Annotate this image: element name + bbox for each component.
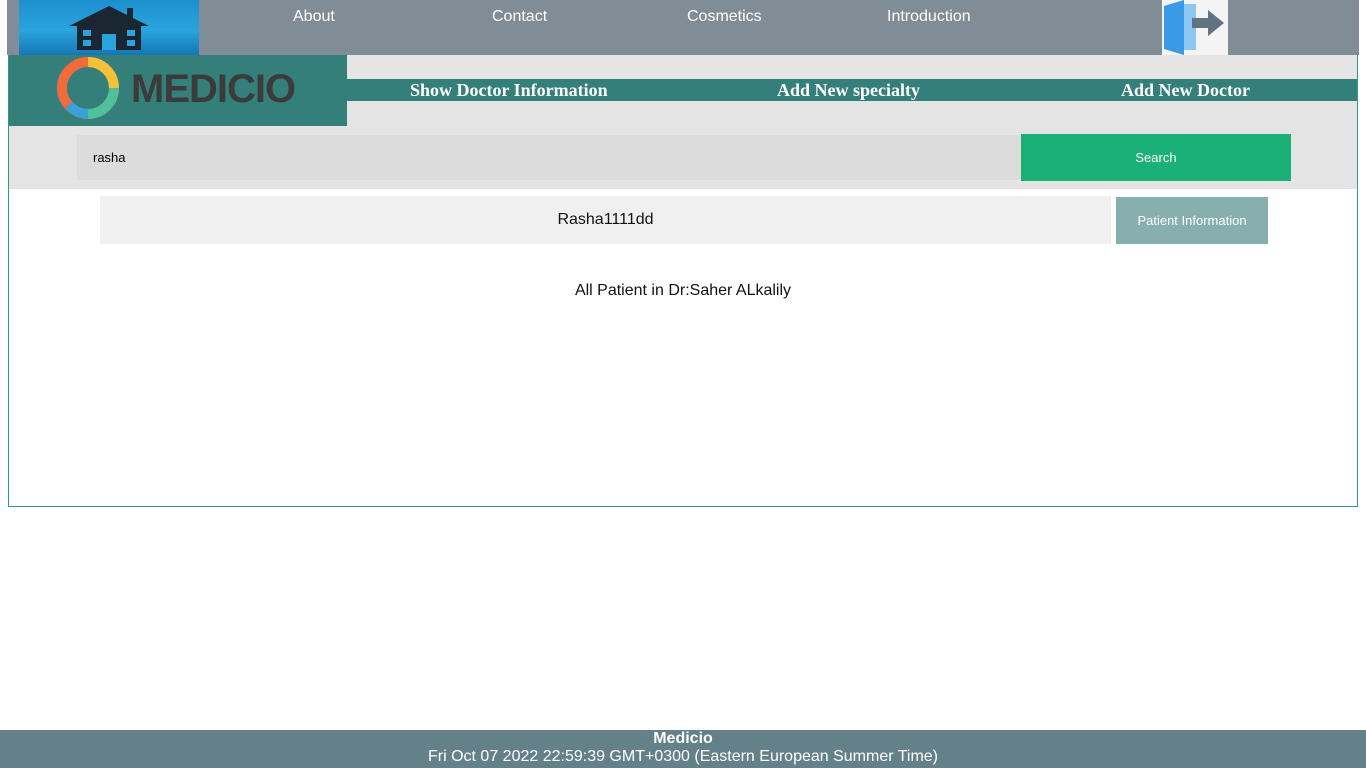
logout-icon[interactable] [1162,0,1228,55]
home-icon[interactable] [19,0,199,55]
menu-add-new-doctor[interactable]: Add New Doctor [1121,79,1250,101]
nav-about-link[interactable]: About [293,8,335,26]
all-patients-label: All Patient in Dr:Saher ALkalily [574,282,792,299]
menu-show-doctor-information[interactable]: Show Doctor Information [410,79,608,101]
list-item: Rasha1111dd [100,196,1111,244]
patient-name: Rasha1111dd [557,211,654,228]
main-panel: MEDICIO Show Doctor Information Add New … [8,55,1358,507]
search-button[interactable]: Search [1021,134,1291,181]
footer-datetime: Fri Oct 07 2022 22:59:39 GMT+0300 (Easte… [427,748,939,765]
menu-add-new-specialty[interactable]: Add New specialty [777,79,920,101]
brand-logo: MEDICIO [9,55,347,126]
medicio-ring-icon [57,57,119,119]
admin-menu: Show Doctor Information Add New specialt… [347,79,1357,101]
nav-contact-link[interactable]: Contact [492,8,547,26]
top-nav: About Contact Cosmetics Introduction [7,0,1359,55]
footer: Medicio Fri Oct 07 2022 22:59:39 GMT+030… [0,730,1366,768]
brand-name: MEDICIO [131,67,296,111]
footer-title: Medicio [653,730,713,747]
nav-introduction-link[interactable]: Introduction [887,8,971,26]
search-input[interactable] [77,135,1021,180]
nav-cosmetics-link[interactable]: Cosmetics [687,8,762,26]
patient-information-button[interactable]: Patient Information [1116,197,1268,244]
